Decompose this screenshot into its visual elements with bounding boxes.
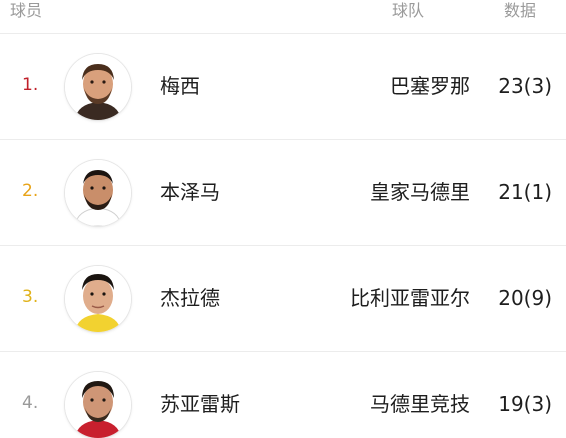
team-name: 马德里竞技	[370, 392, 470, 416]
goal-stat: 21(1)	[498, 180, 552, 204]
player-name: 本泽马	[160, 180, 220, 204]
rank-number: 4.	[22, 393, 39, 413]
player-avatar-icon	[65, 266, 131, 332]
player-name: 杰拉德	[160, 286, 220, 310]
player-avatar-icon	[65, 54, 131, 120]
player-name: 苏亚雷斯	[160, 392, 240, 416]
goal-stat: 19(3)	[498, 392, 552, 416]
team-column-header: 球队	[392, 1, 425, 20]
table-row[interactable]: 1. 梅西 巴塞罗那 23(3)	[0, 33, 566, 139]
player-column-header: 球员	[10, 1, 43, 20]
player-name: 梅西	[160, 74, 200, 98]
team-name: 皇家马德里	[370, 180, 470, 204]
table-row[interactable]: 3. 杰拉德 比利亚雷亚尔 20(9)	[0, 245, 566, 351]
table-row[interactable]: 4. 苏亚雷斯 马德里竞技 19(3)	[0, 351, 566, 438]
table-row[interactable]: 2. 本泽马 皇家马德里 21(1)	[0, 139, 566, 245]
rank-number: 3.	[22, 287, 39, 307]
table-header: 球员 球队 数据	[0, 0, 566, 24]
player-avatar-icon	[65, 372, 131, 438]
scorer-list: 1. 梅西 巴塞罗那 23(3) 2. 本泽马 皇家马德里 21(1) 3. 杰…	[0, 33, 566, 438]
rank-number: 2.	[22, 181, 39, 201]
rank-number: 1.	[22, 75, 39, 95]
team-name: 比利亚雷亚尔	[350, 286, 470, 310]
player-avatar-icon	[65, 160, 131, 226]
team-name: 巴塞罗那	[390, 74, 470, 98]
data-column-header: 数据	[504, 1, 537, 20]
goal-stat: 20(9)	[498, 286, 552, 310]
goal-stat: 23(3)	[498, 74, 552, 98]
